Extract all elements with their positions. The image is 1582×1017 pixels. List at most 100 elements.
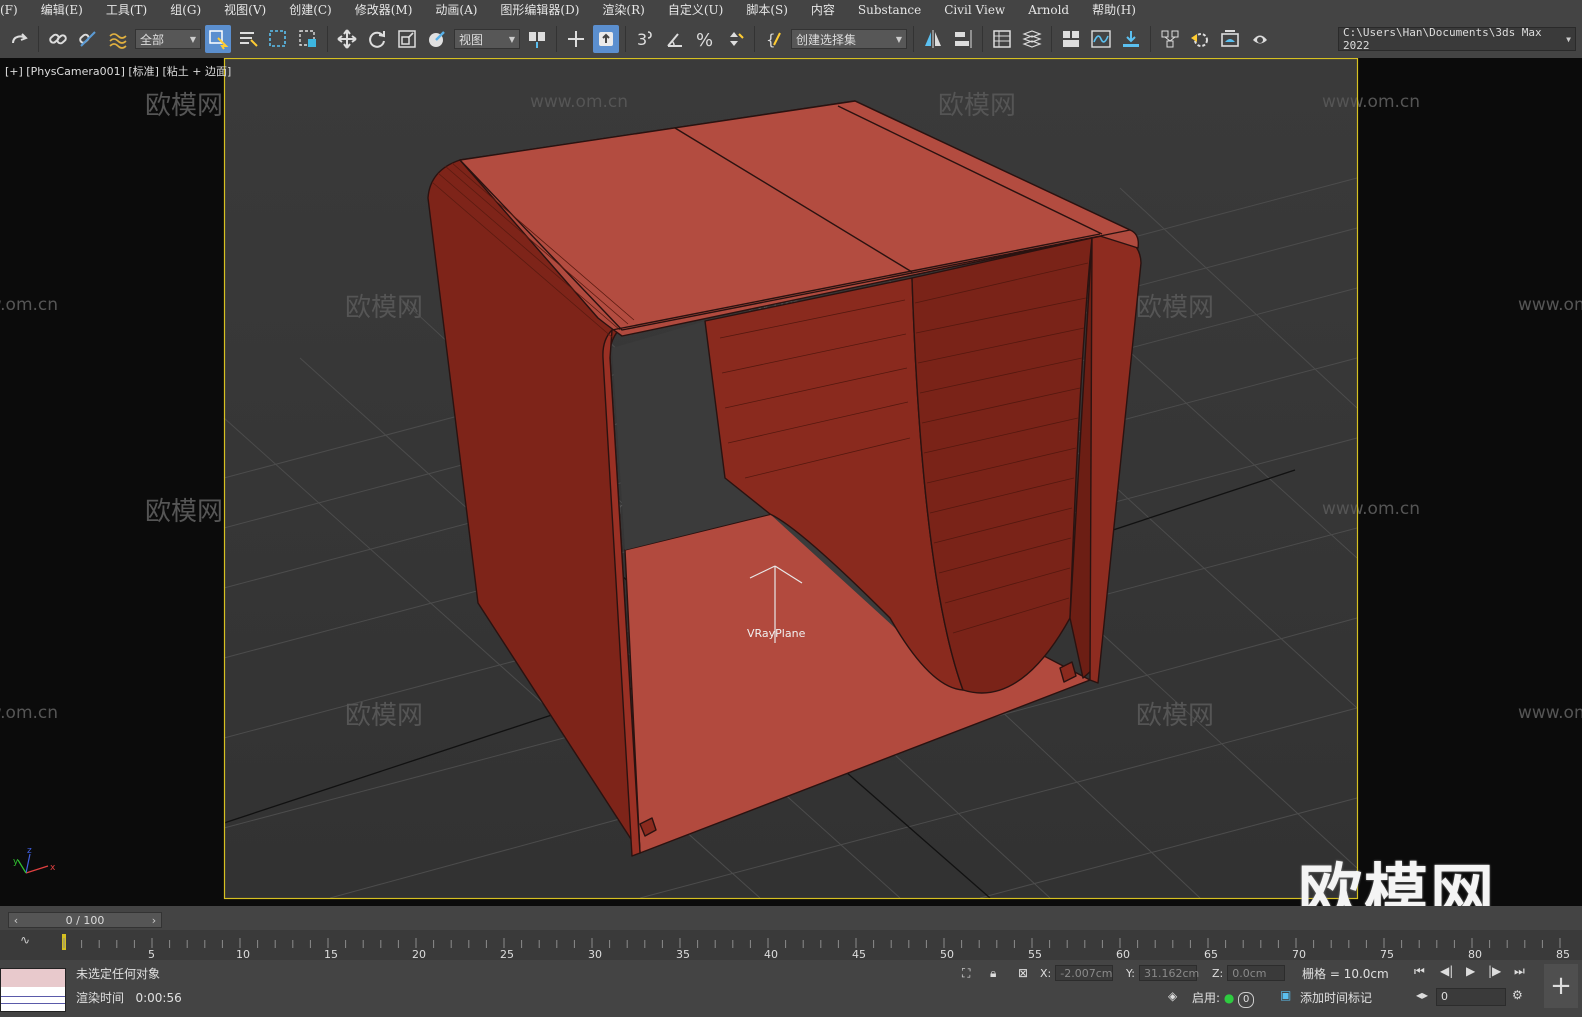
- menu-item[interactable]: 渲染(R): [592, 0, 657, 20]
- time-slider[interactable]: ‹ 0 / 100 ›: [8, 912, 162, 928]
- menu-item[interactable]: 工具(T): [96, 0, 160, 20]
- timeline-tick-label: 55: [1028, 948, 1042, 960]
- menu-item[interactable]: 自定义(U): [658, 0, 736, 20]
- lock-icon[interactable]: 🔒︎: [990, 966, 996, 981]
- toggle-ribbon-icon[interactable]: [1058, 25, 1084, 53]
- y-coordinate: Y: 31.162cm: [1126, 965, 1200, 981]
- viewport-scene: 欧模网 欧模网 欧模网 欧模网 欧模网 欧模网 欧模网 欧模网 www.om.c…: [0, 58, 1582, 900]
- go-to-end-icon[interactable]: ⏭: [1514, 964, 1525, 979]
- redo-icon[interactable]: [6, 25, 32, 53]
- window-crossing-icon[interactable]: [295, 25, 321, 53]
- scene-explorer-icon[interactable]: [989, 25, 1015, 53]
- track-ticks: 5 10 15 20 25 30 35 40 45 50 55 60 65 70 75 80 85: [62, 934, 1570, 960]
- grid-readout: 栅格 = 10.0cm: [1302, 967, 1389, 981]
- keyboard-shortcut-override-icon[interactable]: [593, 25, 619, 53]
- watermark-url: www.om.cn: [530, 92, 628, 112]
- menu-item[interactable]: Substance: [848, 0, 934, 20]
- absolute-mode-icon[interactable]: ⊠: [1018, 966, 1028, 980]
- status-bar: 未选定任何对象 渲染时间 0:00:56 ⛶ 🔒︎ ⊠ X: -2.007cm Y…: [0, 962, 1582, 1017]
- axis-tripod: x y z: [13, 846, 56, 874]
- timeline-tick-label: 10: [236, 948, 250, 960]
- align-icon[interactable]: [950, 25, 976, 53]
- reference-coordinate-dropdown[interactable]: 视图 ▼: [454, 29, 520, 49]
- rendered-frame-window-icon[interactable]: [1217, 25, 1243, 53]
- menu-item[interactable]: Civil View: [934, 0, 1018, 20]
- y-coordinate-field[interactable]: 31.162cm: [1138, 965, 1199, 981]
- chevron-left-icon[interactable]: ‹: [9, 914, 23, 927]
- next-frame-icon[interactable]: |▶: [1488, 964, 1501, 978]
- selection-filter-dropdown[interactable]: 全部 ▼: [135, 29, 201, 49]
- select-object-icon[interactable]: [205, 25, 231, 53]
- chevron-right-icon[interactable]: ›: [147, 914, 161, 927]
- watermark-text: 欧模网: [345, 701, 423, 731]
- angle-snap-icon[interactable]: [662, 25, 688, 53]
- schematic-view-icon[interactable]: [1118, 25, 1144, 53]
- curve-editor-icon[interactable]: [1088, 25, 1114, 53]
- menu-item[interactable]: Arnold: [1018, 0, 1082, 20]
- svg-text:%: %: [696, 30, 713, 50]
- key-mode-toggle-icon[interactable]: ◂▸: [1416, 988, 1428, 1002]
- svg-text:z: z: [27, 846, 32, 856]
- spinner-snap-icon[interactable]: [722, 25, 748, 53]
- add-time-tag-button[interactable]: 添加时间标记: [1300, 989, 1372, 1006]
- menu-bar: (F) 编辑(E) 工具(T) 组(G) 视图(V) 创建(C) 修改器(M) 动画(A) 图形…: [0, 0, 1582, 20]
- menu-item[interactable]: 创建(C): [279, 0, 345, 20]
- unlink-icon[interactable]: [75, 25, 101, 53]
- menu-item[interactable]: (F): [0, 0, 31, 20]
- timeline-tick-label: 85: [1556, 948, 1570, 960]
- isolate-selection-icon[interactable]: ⛶: [962, 966, 970, 981]
- menu-item[interactable]: 动画(A): [425, 0, 490, 20]
- menu-item[interactable]: 编辑(E): [31, 0, 96, 20]
- percent-snap-icon[interactable]: %: [692, 25, 718, 53]
- named-selection-dropdown[interactable]: 创建选择集 ▼: [791, 29, 907, 49]
- track-bar[interactable]: ∿ 5 10 15 20 25 30 35 40 45 50 55 60 65 70 75 80 85: [0, 930, 1582, 960]
- render-setup-icon[interactable]: [1187, 25, 1213, 53]
- current-frame-field[interactable]: 0: [1436, 988, 1506, 1006]
- material-editor-icon[interactable]: [1157, 25, 1183, 53]
- select-by-name-icon[interactable]: [235, 25, 261, 53]
- z-coordinate-field[interactable]: 0.0cm: [1227, 965, 1286, 981]
- edit-named-selection-icon[interactable]: {: [761, 25, 787, 53]
- rectangular-selection-icon[interactable]: [265, 25, 291, 53]
- timeline-tick-label: 5: [148, 948, 155, 960]
- watermark-text: 欧模网: [1136, 701, 1214, 731]
- adaptive-degradation-icon[interactable]: ◈: [1168, 989, 1177, 1003]
- menu-item[interactable]: 修改器(M): [345, 0, 426, 20]
- timeline-tick-label: 30: [588, 948, 602, 960]
- scale-icon[interactable]: [394, 25, 420, 53]
- perspective-viewport[interactable]: 欧模网 欧模网 欧模网 欧模网 欧模网 欧模网 欧模网 欧模网 www.om.c…: [0, 58, 1582, 906]
- menu-item[interactable]: 脚本(S): [736, 0, 801, 20]
- pivot-center-icon[interactable]: [524, 25, 550, 53]
- rotate-icon[interactable]: [364, 25, 390, 53]
- timeline-tick-label: 70: [1292, 948, 1306, 960]
- menu-item[interactable]: 视图(V): [214, 0, 279, 20]
- status-message: 未选定任何对象: [76, 967, 161, 981]
- snaps-toggle-icon[interactable]: 3: [632, 25, 658, 53]
- menu-item[interactable]: 帮助(H): [1082, 0, 1149, 20]
- maxscript-listener[interactable]: [0, 968, 66, 1012]
- move-icon[interactable]: [334, 25, 360, 53]
- x-coordinate-field[interactable]: -2.007cm: [1055, 965, 1114, 981]
- time-tag-icon[interactable]: ▣: [1280, 988, 1291, 1002]
- previous-frame-icon[interactable]: ◀|: [1440, 964, 1453, 978]
- project-path-field[interactable]: C:\Users\Han\Documents\3ds Max 2022 ▼: [1338, 26, 1576, 52]
- menu-item[interactable]: 组(G): [160, 0, 214, 20]
- viewport-label[interactable]: [+] [PhysCamera001] [标准] [粘土 + 边面]: [5, 63, 231, 79]
- layer-explorer-icon[interactable]: [1019, 25, 1045, 53]
- link-icon[interactable]: [45, 25, 71, 53]
- watermark-url: www.om.cn: [0, 295, 58, 315]
- go-to-start-icon[interactable]: ⏮: [1414, 964, 1425, 979]
- menu-item[interactable]: 图形编辑器(D): [490, 0, 592, 20]
- select-and-manipulate-icon[interactable]: [563, 25, 589, 53]
- watermark-url: www.om.cn: [1322, 499, 1420, 519]
- svg-text:x: x: [50, 863, 56, 873]
- place-icon[interactable]: [424, 25, 450, 53]
- mirror-icon[interactable]: [920, 25, 946, 53]
- time-configuration-icon[interactable]: ⚙: [1512, 988, 1523, 1002]
- bind-spacewarp-icon[interactable]: [105, 25, 131, 53]
- create-key-button[interactable]: +: [1544, 964, 1578, 1008]
- menu-item[interactable]: 内容: [801, 0, 848, 20]
- watermark-url: www.om.cn: [1518, 295, 1582, 315]
- render-production-icon[interactable]: [1247, 25, 1273, 53]
- play-icon[interactable]: ▶: [1466, 964, 1475, 978]
